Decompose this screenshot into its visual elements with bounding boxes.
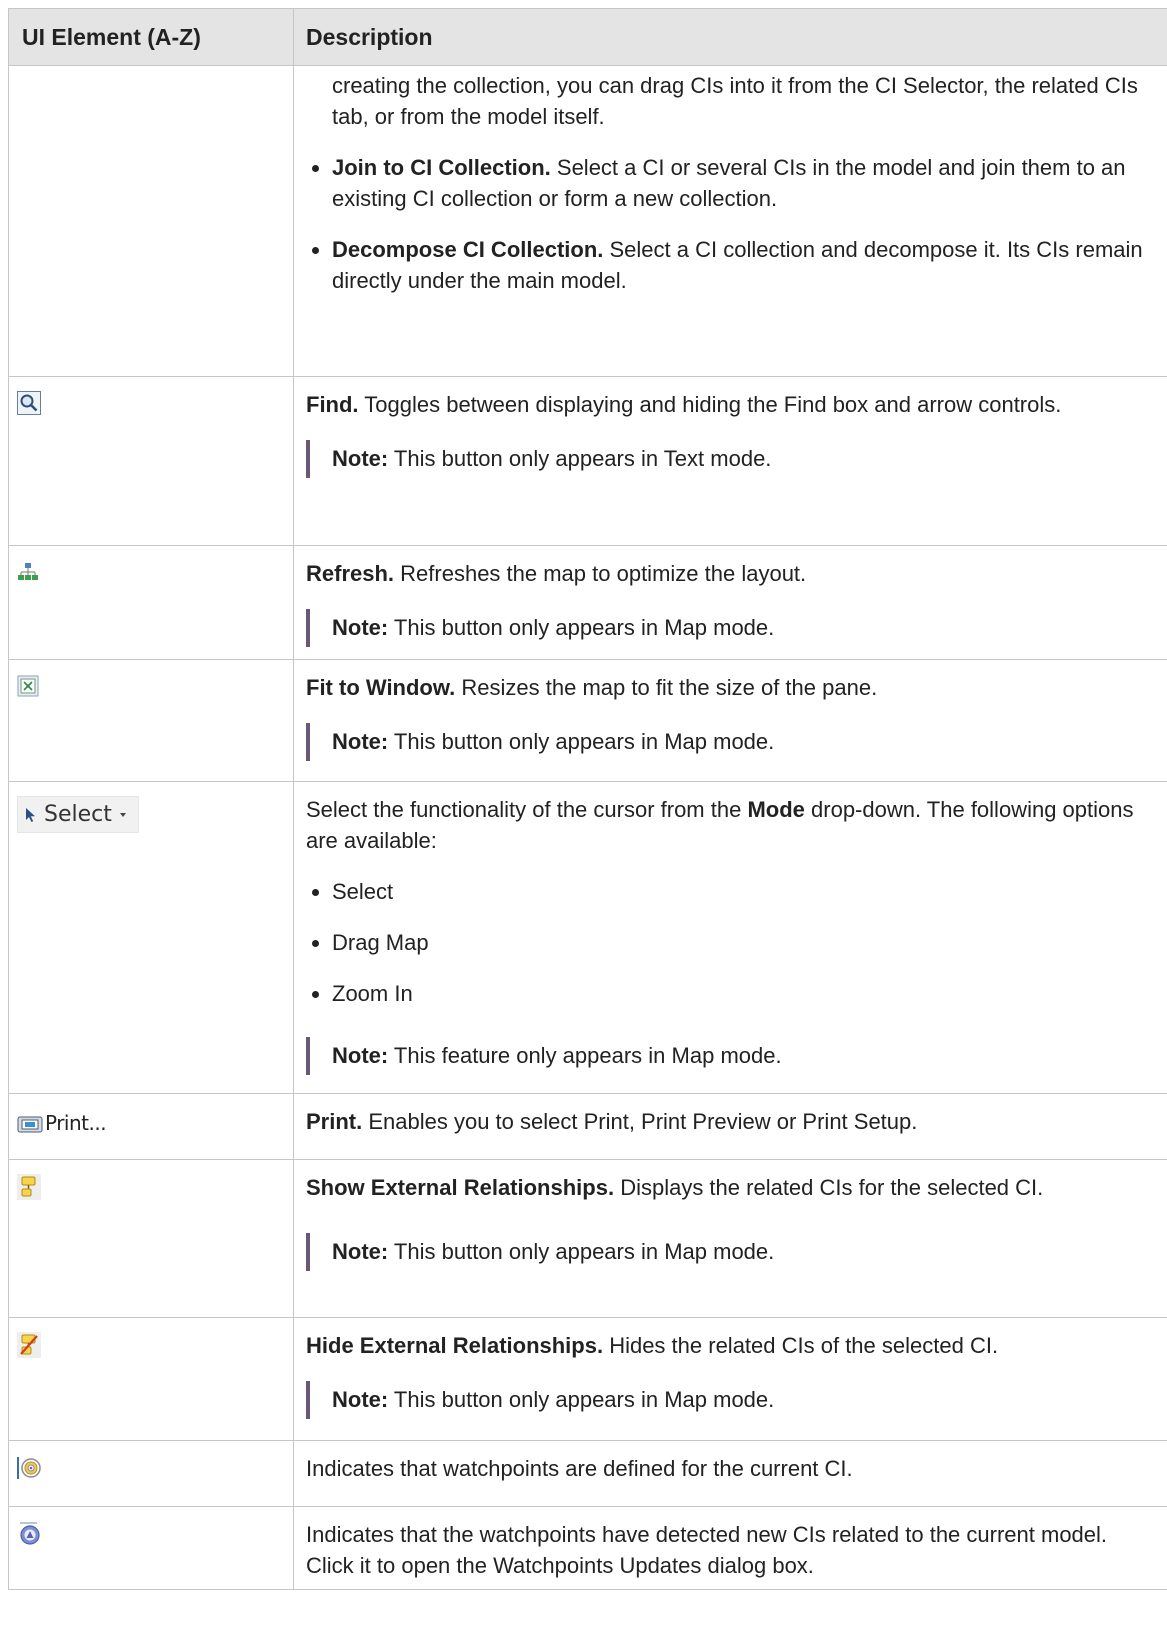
ui-element-cell [8, 1440, 294, 1507]
cursor-arrow-icon [26, 807, 35, 822]
ui-element-cell [8, 659, 294, 782]
list-item: Decompose CI Collection. Select a CI col… [306, 234, 1156, 296]
description-cell: Refresh. Refreshes the map to optimize t… [293, 545, 1167, 660]
description-cell: Find. Toggles between displaying and hid… [293, 376, 1167, 546]
list-item: Join to CI Collection. Select a CI or se… [306, 152, 1156, 214]
hide-title: Hide External Relationships. [306, 1333, 604, 1358]
hide-relationships-icon[interactable] [17, 1332, 41, 1366]
refresh-title: Refresh. [306, 561, 395, 586]
mode-options-list: Select Drag Map Zoom In [306, 876, 1156, 1009]
print-button[interactable]: Print... [17, 1108, 107, 1139]
refresh-description: Refreshes the map to optimize the layout… [394, 561, 807, 586]
list-item: Zoom In [306, 978, 1156, 1009]
description-cell: creating the collection, you can drag CI… [293, 65, 1167, 377]
collection-options-list: Join to CI Collection. Select a CI or se… [306, 152, 1156, 296]
fit-description: Resizes the map to fit the size of the p… [455, 675, 878, 700]
note: Note: This button only appears in Map mo… [306, 1233, 1156, 1271]
watchpoint-updates-icon[interactable] [17, 1521, 43, 1555]
print-description: Enables you to select Print, Print Previ… [362, 1109, 918, 1134]
ui-element-cell [8, 376, 294, 546]
fit-to-window-icon[interactable] [17, 674, 39, 705]
table-row: Indicates that watchpoints are defined f… [8, 1440, 1167, 1507]
show-relationships-icon[interactable] [17, 1174, 41, 1208]
list-item: Select [306, 876, 1156, 907]
fit-title: Fit to Window. [306, 675, 456, 700]
find-magnifier-icon[interactable] [17, 391, 41, 423]
table-row: Show External Relationships. Displays th… [8, 1159, 1167, 1318]
hide-description: Hides the related CIs of the selected CI… [603, 1333, 999, 1358]
mode-dropdown[interactable]: Select [17, 796, 139, 833]
description-cell: Fit to Window. Resizes the map to fit th… [293, 659, 1167, 782]
note: Note: This button only appears in Map mo… [306, 723, 1156, 761]
table-row: Fit to Window. Resizes the map to fit th… [8, 659, 1167, 782]
table-row: Find. Toggles between displaying and hid… [8, 376, 1167, 546]
printer-icon [17, 1116, 43, 1132]
show-title: Show External Relationships. [306, 1175, 615, 1200]
print-title: Print. [306, 1109, 363, 1134]
column-header-ui-element: UI Element (A-Z) [8, 8, 294, 66]
table-row: Refresh. Refreshes the map to optimize t… [8, 545, 1167, 660]
show-description: Displays the related CIs for the selecte… [614, 1175, 1044, 1200]
list-item: Drag Map [306, 927, 1156, 958]
table-row: creating the collection, you can drag CI… [8, 65, 1167, 377]
ui-element-cell [8, 1506, 294, 1590]
table-header-row: UI Element (A-Z) Description [8, 8, 1167, 66]
note: Note: This button only appears in Map mo… [306, 609, 1156, 647]
description-cell: Print. Enables you to select Print, Prin… [293, 1093, 1167, 1160]
note: Note: This feature only appears in Map m… [306, 1037, 1156, 1075]
ui-element-cell [8, 1317, 294, 1441]
description-cell: Hide External Relationships. Hides the r… [293, 1317, 1167, 1441]
print-button-label: Print... [45, 1111, 107, 1135]
continuation-text: creating the collection, you can drag CI… [332, 73, 1138, 129]
ui-elements-table: UI Element (A-Z) Description creating th… [8, 8, 1167, 1590]
find-title: Find. [306, 392, 359, 417]
ui-element-cell [8, 1159, 294, 1318]
ui-element-cell: Print... [8, 1093, 294, 1160]
table-row: Select Select the functionality of the c… [8, 781, 1167, 1094]
table-row: Indicates that the watchpoints have dete… [8, 1506, 1167, 1590]
table-row: Print... Print. Enables you to select Pr… [8, 1093, 1167, 1160]
chevron-down-icon [119, 812, 126, 817]
mode-dropdown-label: Select [44, 802, 112, 827]
table-row: Hide External Relationships. Hides the r… [8, 1317, 1167, 1441]
find-description: Toggles between displaying and hiding th… [358, 392, 1062, 417]
watchpoints-defined-description: Indicates that watchpoints are defined f… [306, 1456, 853, 1481]
description-cell: Select the functionality of the cursor f… [293, 781, 1167, 1094]
description-cell: Indicates that the watchpoints have dete… [293, 1506, 1167, 1590]
note: Note: This button only appears in Text m… [306, 440, 1156, 478]
ui-element-cell: Select [8, 781, 294, 1094]
ui-element-cell [8, 65, 294, 377]
description-cell: Indicates that watchpoints are defined f… [293, 1440, 1167, 1507]
watchpoints-updates-description: Indicates that the watchpoints have dete… [306, 1522, 1108, 1578]
column-header-description: Description [293, 8, 1167, 66]
refresh-layout-icon[interactable] [17, 560, 39, 591]
note: Note: This button only appears in Map mo… [306, 1381, 1156, 1419]
watchpoint-target-icon[interactable] [17, 1455, 43, 1489]
description-cell: Show External Relationships. Displays th… [293, 1159, 1167, 1318]
ui-element-cell [8, 545, 294, 660]
